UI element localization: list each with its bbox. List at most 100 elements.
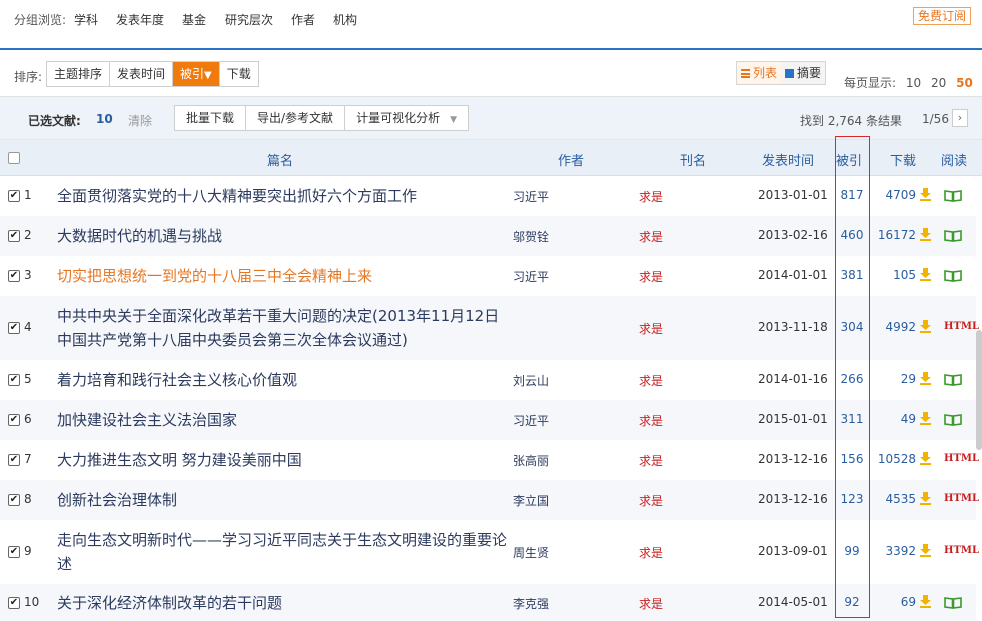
row-checkbox[interactable]: ✔ <box>8 454 20 466</box>
download-icon[interactable] <box>919 451 932 465</box>
row-checkbox[interactable]: ✔ <box>8 494 20 506</box>
row-checkbox[interactable]: ✔ <box>8 596 20 609</box>
view-list-button[interactable]: 列表 <box>737 62 782 84</box>
per-page-50[interactable]: 50 <box>956 76 973 90</box>
visual-analysis-button[interactable]: 计量可视化分析 ▼ <box>345 106 468 130</box>
article-title-link[interactable]: 加快建设社会主义法治国家 <box>57 408 507 432</box>
row-checkbox[interactable]: ✔ <box>8 546 20 558</box>
row-checkbox[interactable]: ✔ <box>8 322 20 334</box>
journal-link[interactable]: 求是 <box>639 452 663 469</box>
header-source[interactable]: 刊名 <box>680 150 706 169</box>
select-all-checkbox[interactable] <box>8 152 20 164</box>
download-icon[interactable] <box>919 543 932 557</box>
article-title-link[interactable]: 大力推进生态文明 努力建设美丽中国 <box>57 448 507 472</box>
read-online-icon[interactable] <box>944 596 962 609</box>
download-icon[interactable] <box>919 227 932 241</box>
citation-count[interactable]: 381 <box>838 268 866 282</box>
citation-count[interactable]: 123 <box>838 492 866 506</box>
per-page-10[interactable]: 10 <box>906 76 921 90</box>
author-link[interactable]: 张高丽 <box>513 452 549 469</box>
next-page-button[interactable]: › <box>952 109 968 127</box>
journal-link[interactable]: 求是 <box>639 544 663 561</box>
article-title-link[interactable]: 走向生态文明新时代——学习习近平同志关于生态文明建设的重要论述 <box>57 528 507 576</box>
view-abstract-button[interactable]: 摘要 <box>781 62 825 84</box>
row-checkbox[interactable]: ✔ <box>8 230 20 242</box>
read-online-icon[interactable] <box>944 229 962 242</box>
article-title-link[interactable]: 创新社会治理体制 <box>57 488 507 512</box>
article-title-link[interactable]: 中共中央关于全面深化改革若干重大问题的决定(2013年11月12日中国共产党第十… <box>57 304 507 352</box>
journal-link[interactable]: 求是 <box>639 492 663 509</box>
download-count[interactable]: 4992 <box>885 320 916 334</box>
header-citation[interactable]: 被引 <box>836 150 862 169</box>
article-title-link[interactable]: 全面贯彻落实党的十八大精神要突出抓好六个方面工作 <box>57 184 507 208</box>
subscribe-button[interactable]: 免费订阅 <box>913 7 972 25</box>
journal-link[interactable]: 求是 <box>639 228 663 245</box>
header-read[interactable]: 阅读 <box>941 150 967 169</box>
download-count[interactable]: 29 <box>901 372 916 386</box>
journal-link[interactable]: 求是 <box>639 595 663 612</box>
read-html-link[interactable]: HTML <box>944 453 979 464</box>
group-fund[interactable]: 基金 <box>182 11 206 28</box>
author-link[interactable]: 刘云山 <box>513 372 549 389</box>
header-date[interactable]: 发表时间 <box>762 150 814 169</box>
citation-count[interactable]: 99 <box>838 544 866 558</box>
download-icon[interactable] <box>919 411 932 425</box>
download-count[interactable]: 105 <box>893 268 916 282</box>
row-checkbox[interactable]: ✔ <box>8 270 20 282</box>
article-title-link[interactable]: 切实把思想统一到党的十八届三中全会精神上来 <box>57 264 507 288</box>
author-link[interactable]: 习近平 <box>513 412 549 429</box>
sort-date-button[interactable]: 发表时间 <box>110 62 174 86</box>
download-icon[interactable] <box>919 594 932 608</box>
citation-count[interactable]: 266 <box>838 372 866 386</box>
group-institution[interactable]: 机构 <box>333 11 357 28</box>
author-link[interactable]: 邬贺铨 <box>513 228 549 245</box>
download-count[interactable]: 4709 <box>885 188 916 202</box>
group-subject[interactable]: 学科 <box>74 11 98 28</box>
download-icon[interactable] <box>919 187 932 201</box>
journal-link[interactable]: 求是 <box>639 320 663 337</box>
citation-count[interactable]: 460 <box>838 228 866 242</box>
journal-link[interactable]: 求是 <box>639 372 663 389</box>
row-checkbox[interactable]: ✔ <box>8 374 20 386</box>
read-html-link[interactable]: HTML <box>944 493 979 504</box>
citation-count[interactable]: 156 <box>838 452 866 466</box>
group-research-level[interactable]: 研究层次 <box>225 11 273 28</box>
read-online-icon[interactable] <box>944 373 962 386</box>
author-link[interactable]: 李立国 <box>513 492 549 509</box>
download-count[interactable]: 69 <box>901 595 916 609</box>
header-title[interactable]: 篇名 <box>267 150 293 169</box>
download-count[interactable]: 4535 <box>885 492 916 506</box>
per-page-20[interactable]: 20 <box>931 76 946 90</box>
citation-count[interactable]: 92 <box>838 595 866 609</box>
download-icon[interactable] <box>919 319 932 333</box>
header-author[interactable]: 作者 <box>558 150 584 169</box>
download-count[interactable]: 3392 <box>885 544 916 558</box>
download-icon[interactable] <box>919 491 932 505</box>
author-link[interactable]: 李克强 <box>513 595 549 612</box>
article-title-link[interactable]: 着力培育和践行社会主义核心价值观 <box>57 368 507 392</box>
header-download[interactable]: 下载 <box>890 150 916 169</box>
journal-link[interactable]: 求是 <box>639 188 663 205</box>
row-checkbox[interactable]: ✔ <box>8 414 20 426</box>
sort-citation-button[interactable]: 被引▼ <box>173 62 220 86</box>
sort-relevance-button[interactable]: 主题排序 <box>47 62 111 86</box>
download-count[interactable]: 16172 <box>878 228 916 242</box>
journal-link[interactable]: 求是 <box>639 412 663 429</box>
read-html-link[interactable]: HTML <box>944 321 979 332</box>
read-online-icon[interactable] <box>944 413 962 426</box>
download-icon[interactable] <box>919 371 932 385</box>
group-year[interactable]: 发表年度 <box>116 11 164 28</box>
export-reference-button[interactable]: 导出/参考文献 <box>246 106 346 130</box>
batch-download-button[interactable]: 批量下载 <box>175 106 247 130</box>
read-html-link[interactable]: HTML <box>944 545 979 556</box>
read-online-icon[interactable] <box>944 269 962 282</box>
citation-count[interactable]: 304 <box>838 320 866 334</box>
sort-download-button[interactable]: 下载 <box>219 62 258 86</box>
download-icon[interactable] <box>919 267 932 281</box>
citation-count[interactable]: 817 <box>838 188 866 202</box>
author-link[interactable]: 周生贤 <box>513 544 549 561</box>
scrollbar[interactable] <box>976 330 982 450</box>
author-link[interactable]: 习近平 <box>513 268 549 285</box>
clear-selection-link[interactable]: 清除 <box>128 112 152 129</box>
read-online-icon[interactable] <box>944 189 962 202</box>
